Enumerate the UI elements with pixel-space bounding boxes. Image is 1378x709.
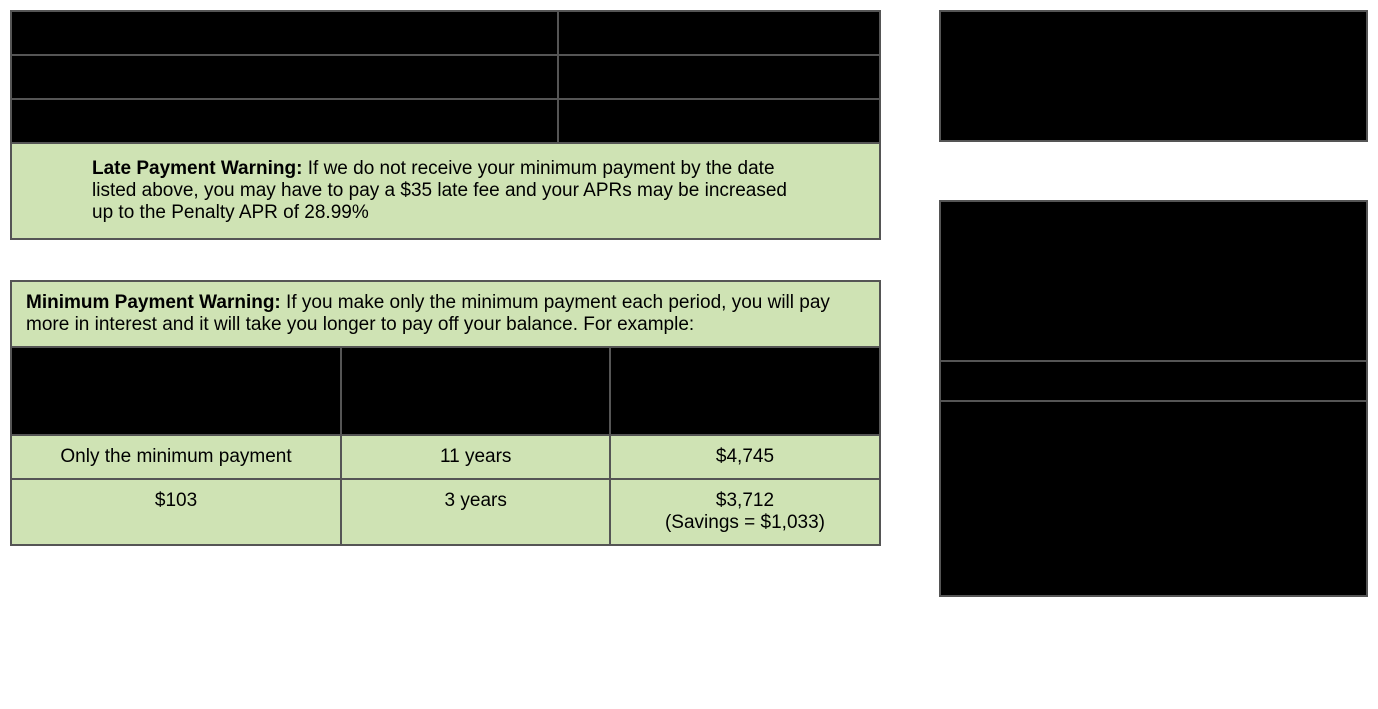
right-column: Account Number: XXXX XXXX XXXX 1234 Ques… [939,10,1368,597]
label-cell: New Balance [11,11,558,55]
cell: $4,745 [610,435,879,479]
cell: $103 [11,479,341,545]
column-header: And you will end up paying an estimated … [610,347,879,435]
table-header-row: If you make no additional charges using … [11,347,880,435]
label-cell: Payment Due Date [11,99,558,143]
column-header: If you make no additional charges using … [11,347,341,435]
table-row: $103 3 years $3,712 (Savings = $1,033) [11,479,880,545]
notice-block: Notice of Changes to Your Interest Rates… [940,201,1367,361]
minimum-payment-warning: Minimum Payment Warning: If you make onl… [11,281,880,347]
cell: $3,712 (Savings = $1,033) [610,479,879,545]
column-header: You will pay off the balance shown on th… [341,347,610,435]
warning-title: Minimum Payment Warning: [26,292,281,313]
warning-title: Late Payment Warning: [92,158,302,179]
table-row: Only the minimum payment 11 years $4,745 [11,435,880,479]
cell: 11 years [341,435,610,479]
cell: Only the minimum payment [11,435,341,479]
payment-info-table: New Balance $2,870.00 Minimum Payment Du… [10,10,881,240]
value-cell: $57.40 [558,55,879,99]
value-cell: $2,870.00 [558,11,879,55]
value-cell: 4/20/20 [558,99,879,143]
label-cell: Minimum Payment Due [11,55,558,99]
minimum-payment-table: Minimum Payment Warning: If you make onl… [10,280,881,546]
table-row: New Balance $2,870.00 [11,11,880,55]
table-row: Minimum Payment Due $57.40 [11,55,880,99]
table-row: Payment Due Date 4/20/20 [11,99,880,143]
cell: 3 years [341,479,610,545]
late-payment-warning: Late Payment Warning: If we do not recei… [11,143,880,239]
account-info: Account Number: XXXX XXXX XXXX 1234 Ques… [940,11,1367,141]
left-column: New Balance $2,870.00 Minimum Payment Du… [10,10,881,546]
account-info-box: Account Number: XXXX XXXX XXXX 1234 Ques… [939,10,1368,142]
notice-detail: If you pay the Minimum Payment Due by th… [940,401,1367,596]
rate-change-notice-box: Notice of Changes to Your Interest Rates… [939,200,1368,597]
savings-note: (Savings = $1,033) [623,512,866,534]
effective-date: Effective 5/10/20 [940,361,1367,401]
